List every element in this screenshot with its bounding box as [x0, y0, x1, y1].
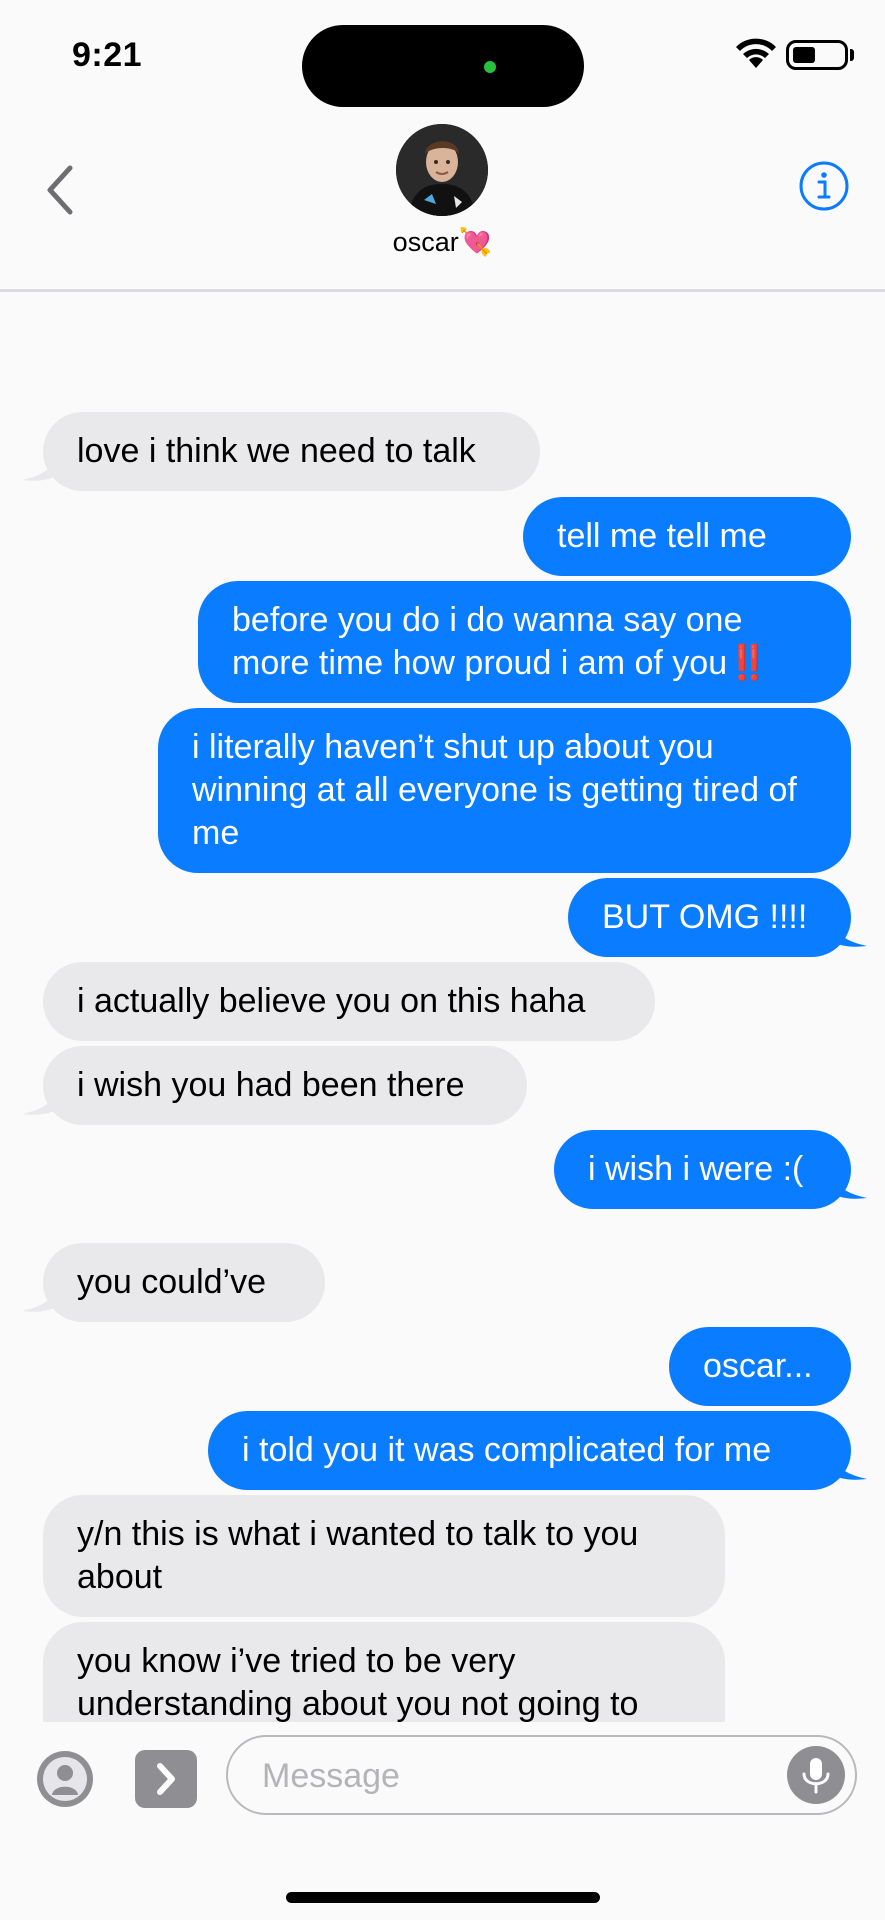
- message-received[interactable]: you know i’ve tried to be very understan…: [43, 1622, 725, 1722]
- avatar-photo: [396, 124, 488, 216]
- bubble-tail: [22, 1273, 60, 1312]
- message-text: before you do i do wanna say one more ti…: [232, 601, 743, 682]
- message-text: you could’ve: [77, 1263, 267, 1301]
- camera-indicator-dot: [484, 61, 496, 73]
- message-text: i literally haven’t shut up about you wi…: [192, 728, 797, 852]
- contact-avatar[interactable]: [396, 124, 488, 216]
- message-received[interactable]: you could’ve: [43, 1243, 325, 1322]
- message-input-container: [226, 1735, 857, 1815]
- battery-level: [793, 47, 815, 63]
- message-text: i told you it was complicated for me: [242, 1431, 772, 1469]
- chevron-right-icon: [135, 1750, 197, 1808]
- back-button[interactable]: [38, 160, 86, 220]
- info-icon: [799, 161, 849, 211]
- message-text: y/n this is what i wanted to talk to you…: [77, 1515, 639, 1596]
- message-text: i wish i were :(: [588, 1150, 804, 1188]
- message-received[interactable]: i wish you had been there: [43, 1046, 527, 1125]
- bubble-tail: [829, 908, 867, 947]
- home-indicator[interactable]: [286, 1892, 600, 1903]
- message-thread[interactable]: love i think we need to talk tell me tel…: [0, 292, 885, 1722]
- message-sent[interactable]: before you do i do wanna say one more ti…: [198, 581, 851, 703]
- message-sent[interactable]: i told you it was complicated for me: [208, 1411, 851, 1490]
- message-text: i wish you had been there: [77, 1066, 465, 1104]
- message-sent[interactable]: i wish i were :(: [554, 1130, 851, 1209]
- message-sent[interactable]: i literally haven’t shut up about you wi…: [158, 708, 851, 873]
- bubble-tail: [22, 1076, 60, 1115]
- message-composer: [0, 1722, 885, 1920]
- microphone-icon: [787, 1746, 845, 1804]
- contact-name[interactable]: oscar💘: [0, 226, 885, 258]
- message-input[interactable]: [260, 1751, 764, 1801]
- message-received[interactable]: love i think we need to talk: [43, 412, 540, 491]
- status-bar: 9:21: [0, 0, 885, 110]
- message-received[interactable]: i actually believe you on this haha: [43, 962, 655, 1041]
- bubble-tail: [22, 442, 60, 481]
- status-time: 9:21: [72, 36, 143, 74]
- apps-button[interactable]: [36, 1750, 94, 1808]
- message-sent[interactable]: BUT OMG !!!!: [568, 878, 851, 957]
- message-text: you know i’ve tried to be very understan…: [77, 1642, 639, 1722]
- message-text: BUT OMG !!!!: [602, 898, 808, 936]
- message-text: oscar...: [703, 1347, 813, 1385]
- message-received[interactable]: y/n this is what i wanted to talk to you…: [43, 1495, 725, 1617]
- dictation-button[interactable]: [786, 1745, 846, 1805]
- apps-icon: [37, 1751, 93, 1807]
- conversation-header: oscar💘: [0, 110, 885, 292]
- dynamic-island: [302, 25, 584, 107]
- chevron-left-icon: [47, 165, 73, 215]
- battery-icon: [786, 40, 848, 70]
- message-sent[interactable]: tell me tell me: [523, 497, 851, 576]
- battery-cap: [850, 49, 854, 61]
- message-text: i actually believe you on this haha: [77, 982, 586, 1020]
- wifi-icon: [736, 38, 776, 68]
- info-button[interactable]: [798, 160, 850, 212]
- message-text: tell me tell me: [557, 517, 767, 555]
- double-exclamation-emoji: ‼️: [727, 644, 770, 682]
- bubble-tail: [829, 1441, 867, 1480]
- message-sent[interactable]: oscar...: [669, 1327, 851, 1406]
- expand-button[interactable]: [135, 1750, 197, 1808]
- message-text: love i think we need to talk: [77, 432, 476, 470]
- bubble-tail: [829, 1160, 867, 1199]
